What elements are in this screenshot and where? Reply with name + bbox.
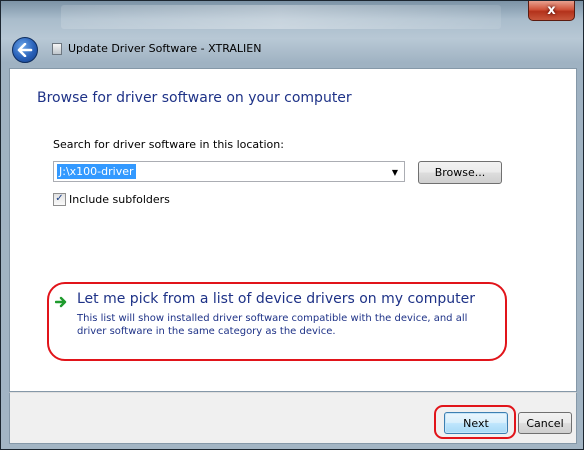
cancel-button[interactable]: Cancel [518,412,572,434]
title-bar[interactable]: x Update Driver Software - XTRALIEN [1,1,584,63]
include-subfolders-label[interactable]: Include subfolders [69,193,170,206]
next-button[interactable]: Next [444,412,508,434]
button-footer: Next Cancel [9,392,577,444]
back-arrow-icon [17,43,33,57]
content-panel: Browse for driver software on your compu… [9,68,577,392]
include-subfolders-checkbox[interactable]: ✓ [53,192,66,206]
document-icon [52,43,62,55]
close-icon: x [547,3,556,18]
pick-from-list-link[interactable]: Let me pick from a list of device driver… [77,291,475,307]
pick-from-list-description[interactable]: This list will show installed driver sof… [77,312,497,338]
browse-button[interactable]: Browse... [418,161,502,184]
path-input-value[interactable]: J:\x100-driver [57,164,136,179]
include-subfolders-option[interactable]: ✓ Include subfolders [53,192,170,206]
search-location-label: Search for driver software in this locat… [53,138,284,151]
background-window-blur [61,5,501,29]
dropdown-arrow-icon[interactable]: ▼ [389,166,401,178]
back-button[interactable] [12,37,38,63]
path-combobox[interactable]: J:\x100-driver ▼ [53,161,405,182]
page-heading: Browse for driver software on your compu… [37,90,352,106]
window-title: Update Driver Software - XTRALIEN [68,42,262,55]
close-button[interactable]: x [528,1,575,21]
green-arrow-icon [55,296,67,308]
wizard-window: x Update Driver Software - XTRALIEN Brow… [0,0,584,450]
